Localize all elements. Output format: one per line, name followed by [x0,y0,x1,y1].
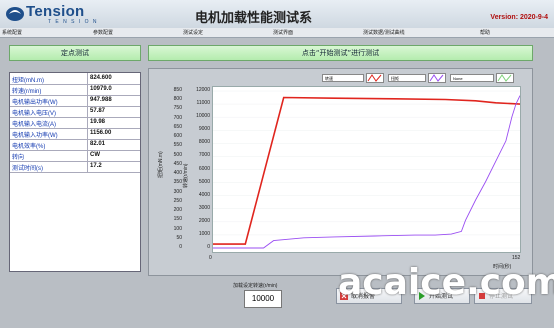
y-right-tick-label: 300 [173,188,182,195]
y-right-tick-label: 100 [173,225,182,232]
set-speed-input[interactable]: 10000 [244,290,282,308]
prompt-banner: 点击“开始测试”进行测试 [148,45,533,61]
y-right-tick-label: 650 [173,123,182,130]
y-left-tick-label: 7000 [198,152,210,159]
watermark-text: acaice.com [338,262,554,303]
y-right-tick-label: 150 [173,216,182,223]
x-tick-max: 152 [512,255,521,261]
y-left-axis-label: 转速(r/min) [183,163,189,188]
app-title: 电机加载性能测试系 [195,11,313,26]
row-value: 19.98 [90,119,106,125]
menu-help[interactable]: 帮助 [480,29,490,36]
row-label: 转速(r/min) [12,89,42,95]
row-label: 测试时间(s) [12,166,43,172]
logo-text: Tension [26,3,85,20]
table-row: 测试时间(s) 17.2 [10,161,140,173]
y-left-tick-label: 8000 [198,139,210,146]
y-right-axis-label: 扭矩(mN.m) [158,151,164,178]
y-right-tick-label: 50 [176,234,182,241]
menu-system-config[interactable]: 系统配置 [2,29,22,36]
y-left-tick-label: 11000 [196,100,210,107]
y-right-tick-label: 800 [173,96,182,103]
menu-test-setup[interactable]: 测试设定 [183,29,203,36]
y-right-tick-label: 0 [179,244,182,250]
y-right-tick-label: 750 [173,105,182,112]
measurement-table: 扭矩(mN.m) 824.600 转速(r/min) 10979.0 电机输出功率(… [9,72,141,272]
plot-area [212,86,521,253]
y-left-tick-label: 0 [207,244,210,250]
menu-test-screen[interactable]: 测试界面 [273,29,293,36]
version-label: Version: 2020-9-4 [490,14,548,21]
extra-series-select[interactable]: None [450,74,494,82]
y-left-tick-label: 6000 [198,165,210,172]
series-line-torque [213,95,521,249]
y-right-tick-label: 850 [173,87,182,93]
row-value: 824.600 [90,75,112,81]
row-label: 电机输入电压(V) [12,111,56,117]
y-left-tick-label: 5000 [198,178,210,185]
y-left-tick-label: 1000 [198,230,210,237]
row-value: 1156.00 [90,130,112,136]
title-bar: Tension T E N S I O N 电机加载性能测试系 Version:… [0,0,554,29]
left-series-select[interactable]: 转速 [322,74,364,82]
menu-bar: 系统配置 参数配置 测试设定 测试界面 测试数据/测试曲线 帮助 [0,28,554,38]
y-right-tick-label: 550 [173,142,182,149]
row-value: 57.87 [90,108,106,114]
y-left-tick-label: 10000 [196,113,210,120]
y-left-tick-label: 9000 [198,126,210,133]
y-left-tick-label: 2000 [198,217,210,224]
row-label: 电机输出功率(W) [12,100,58,106]
set-speed-label: 加载设定转速(r/min) [233,283,278,289]
row-label: 转向 [12,155,25,161]
y-right-tick-label: 350 [173,179,182,186]
single-point-test-button[interactable]: 定点测试 [9,45,141,61]
y-right-tick-label: 600 [173,133,182,140]
logo-subtext: T E N S I O N [48,19,98,25]
y-right-tick-label: 250 [173,197,182,204]
row-label: 电机输入功率(W) [12,133,58,139]
torque-line-style-icon[interactable] [428,73,446,83]
y-right-tick-label: 700 [173,114,182,121]
row-value: CW [90,152,100,158]
row-label: 扭矩(mN.m) [12,78,44,84]
row-value: 17.2 [90,163,102,169]
menu-param-config[interactable]: 参数配置 [93,29,113,36]
series-line-speed [213,96,521,245]
x-tick-min: 0 [209,255,212,261]
extra-line-style-icon[interactable] [496,73,514,83]
row-value: 82.01 [90,141,106,147]
right-series-select[interactable]: 扭矩 [388,74,426,82]
row-label: 电机效率(%) [12,144,46,150]
row-value: 10979.0 [90,86,112,92]
speed-line-style-icon[interactable] [366,73,384,83]
y-right-tick-label: 200 [173,207,182,214]
y-left-tick-label: 12000 [196,87,210,93]
line-chart [213,90,521,249]
menu-test-data-curve[interactable]: 测试数据/测试曲线 [363,29,405,36]
row-label: 电机输入电流(A) [12,122,56,128]
y-left-tick-label: 3000 [198,204,210,211]
y-left-tick-label: 4000 [198,191,210,198]
row-value: 947.988 [90,97,112,103]
